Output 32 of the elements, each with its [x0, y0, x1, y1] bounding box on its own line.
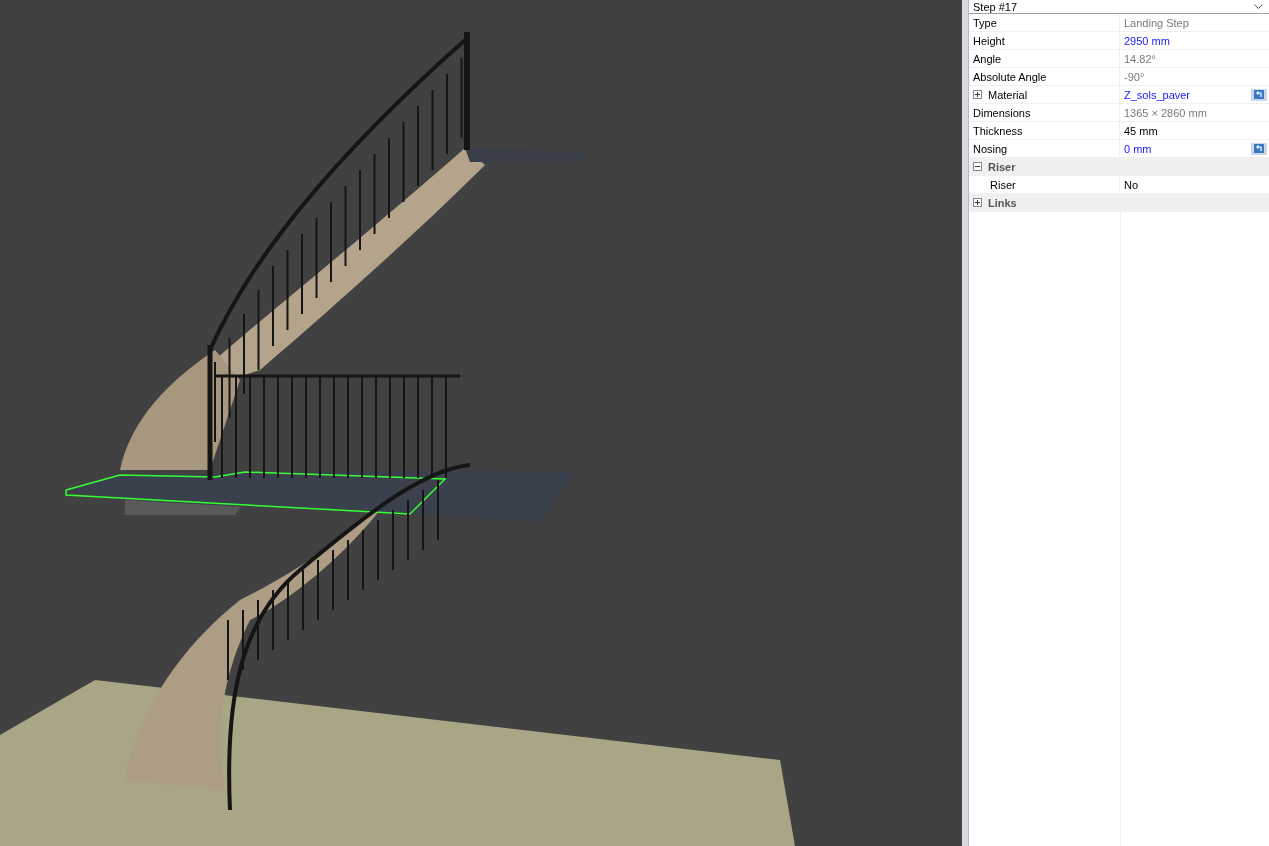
property-name: Nosing — [973, 142, 1008, 155]
property-value[interactable]: No — [1124, 178, 1139, 191]
reset-button[interactable] — [1251, 142, 1267, 155]
undo-arrow-icon — [1254, 90, 1264, 99]
property-name: Angle — [973, 52, 1002, 65]
category-name: Links — [988, 196, 1017, 209]
property-value[interactable]: Landing Step — [1124, 16, 1189, 29]
chevron-down-icon — [1254, 4, 1263, 9]
property-name: Thickness — [973, 124, 1023, 137]
property-name: Height — [973, 34, 1005, 47]
property-name: Absolute Angle — [973, 70, 1047, 83]
property-name: Material — [988, 88, 1028, 101]
expand-icon[interactable] — [973, 90, 982, 99]
property-value[interactable]: Z_sols_paver — [1124, 88, 1191, 101]
property-name: Type — [973, 16, 997, 29]
expand-icon[interactable] — [973, 198, 982, 207]
property-value[interactable]: -90° — [1124, 70, 1145, 83]
property-value[interactable]: 0 mm — [1124, 142, 1152, 155]
category-row[interactable]: Links — [969, 194, 1269, 212]
category-row[interactable]: Riser — [969, 158, 1269, 176]
collapse-icon[interactable] — [973, 162, 982, 171]
step-selector-value: Step #17 — [973, 0, 1018, 13]
category-name: Riser — [988, 160, 1016, 173]
property-name: Dimensions — [973, 106, 1031, 119]
reset-button[interactable] — [1251, 88, 1267, 101]
undo-arrow-icon — [1254, 144, 1264, 153]
property-value[interactable]: 2950 mm — [1124, 34, 1170, 47]
property-value[interactable]: 14.82° — [1124, 52, 1156, 65]
property-value[interactable]: 1365 × 2860 mm — [1124, 106, 1207, 119]
step-selector[interactable]: Step #17 — [969, 0, 1269, 14]
property-name: Riser — [990, 178, 1016, 191]
property-value[interactable]: 45 mm — [1124, 124, 1158, 137]
